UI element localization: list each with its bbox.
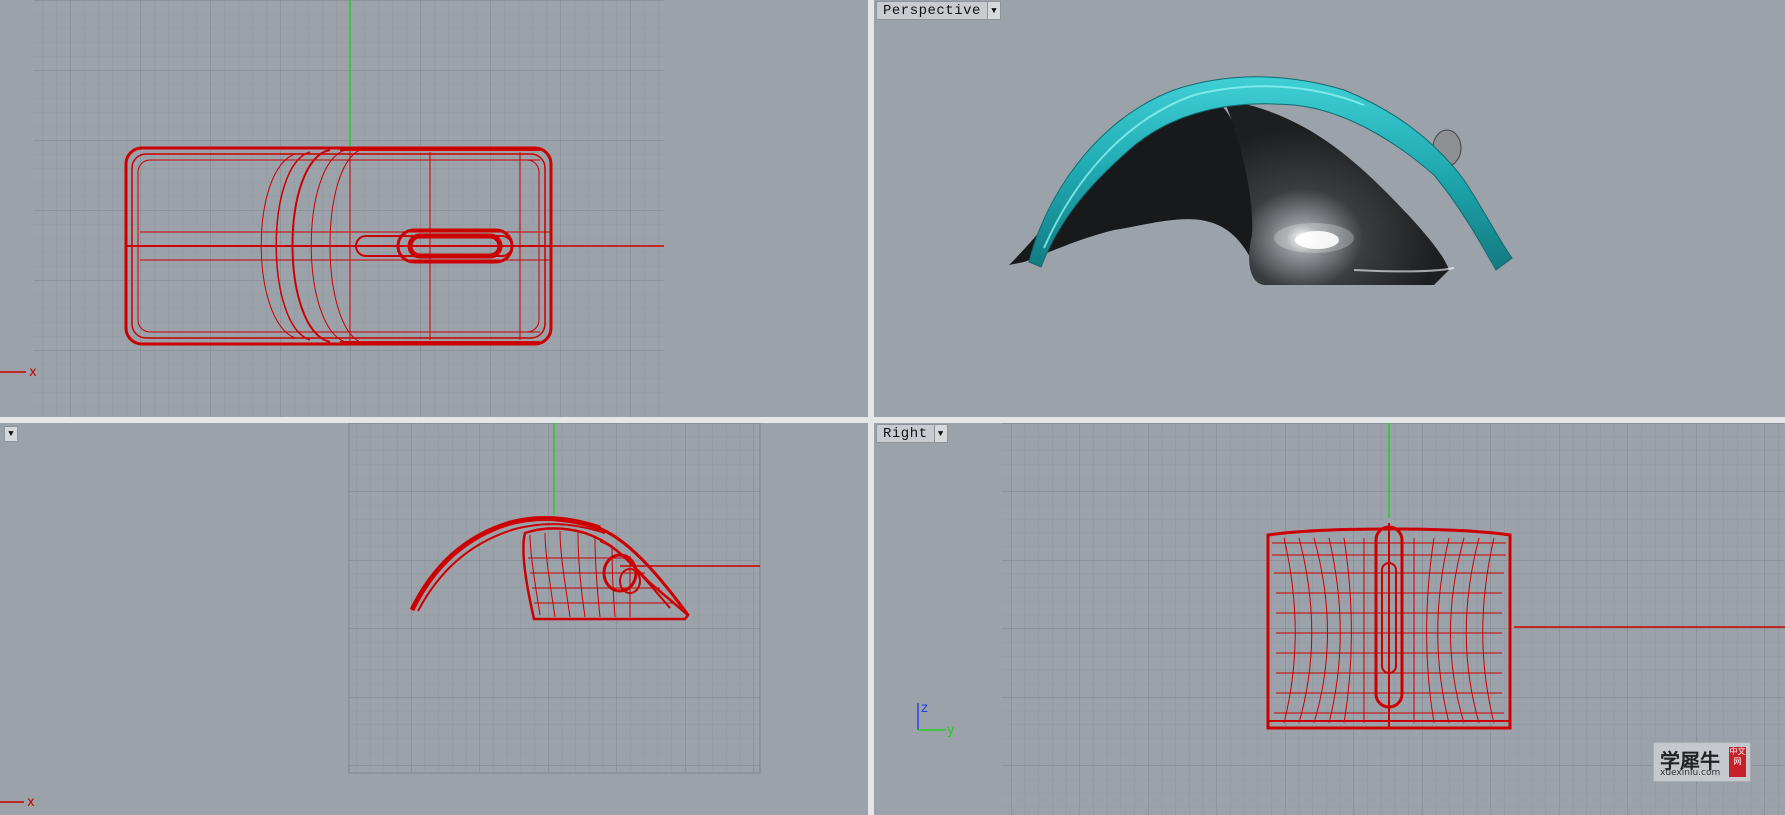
z-axis-label: z xyxy=(921,701,928,716)
viewport-title: Perspective xyxy=(883,2,981,19)
viewport-menu-dropdown-icon[interactable]: ▼ xyxy=(5,427,17,441)
x-axis-label: x xyxy=(27,795,35,810)
vertical-viewport-divider[interactable] xyxy=(868,0,874,815)
right-viewport-label[interactable]: Right ▼ xyxy=(876,424,948,443)
viewport-menu-dropdown-icon[interactable]: ▼ xyxy=(986,2,1000,19)
front-viewport-canvas[interactable]: x xyxy=(0,423,868,815)
viewport-title: Right xyxy=(883,425,928,442)
front-viewport-label[interactable]: ▼ xyxy=(4,426,18,442)
right-viewport-canvas[interactable]: z y xyxy=(874,423,1785,815)
y-axis-label: y xyxy=(947,723,955,738)
horizontal-viewport-divider[interactable] xyxy=(0,417,1785,423)
top-viewport-canvas[interactable]: x xyxy=(0,0,868,417)
watermark-stamp: 中文网 xyxy=(1729,747,1746,777)
construction-grid xyxy=(34,0,664,417)
x-axis-label: x xyxy=(29,365,37,380)
top-viewport[interactable]: x xyxy=(0,0,868,417)
perspective-viewport[interactable]: Perspective ▼ xyxy=(874,0,1785,417)
watermark-en-text: xuexiniu.com xyxy=(1660,768,1721,778)
perspective-viewport-label[interactable]: Perspective ▼ xyxy=(876,1,1001,20)
mouse-render-perspective xyxy=(1009,76,1513,285)
watermark-logo: 学犀牛 xuexiniu.com 中文网 xyxy=(1653,742,1751,782)
mouse-body-right xyxy=(1224,100,1449,285)
right-viewport[interactable]: z y Right ▼ xyxy=(874,423,1785,815)
front-viewport[interactable]: x ▼ xyxy=(0,423,868,815)
viewport-menu-dropdown-icon[interactable]: ▼ xyxy=(933,425,947,442)
perspective-viewport-canvas[interactable] xyxy=(874,0,1785,417)
